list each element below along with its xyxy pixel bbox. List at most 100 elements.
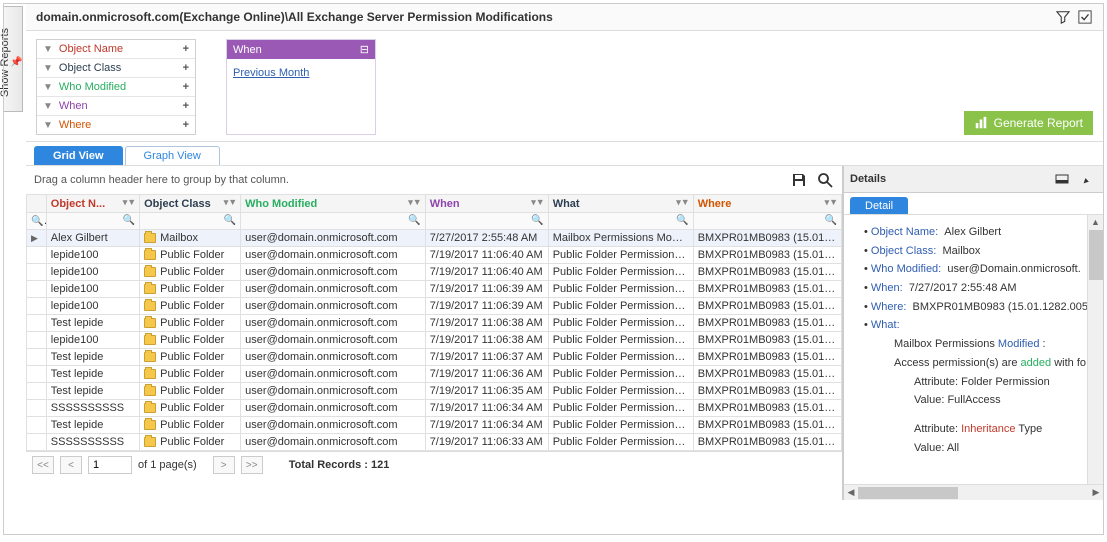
folder-icon: [144, 420, 156, 430]
details-title: Details: [850, 173, 886, 185]
filter-item[interactable]: ▼Who Modified+: [37, 78, 195, 97]
search-icon[interactable]: 🔍: [531, 215, 543, 226]
expand-icon[interactable]: +: [183, 81, 189, 93]
table-row[interactable]: Test lepidePublic Folderuser@domain.onmi…: [27, 349, 842, 366]
table-row[interactable]: Test lepidePublic Folderuser@domain.onmi…: [27, 383, 842, 400]
table-row[interactable]: Test lepidePublic Folderuser@domain.onmi…: [27, 366, 842, 383]
table-row[interactable]: Test lepidePublic Folderuser@domain.onmi…: [27, 315, 842, 332]
data-grid: Object N...▾▼Object Class▾▼Who Modified▾…: [26, 194, 842, 451]
folder-icon: [144, 318, 156, 328]
group-hint-text: Drag a column header here to group by th…: [34, 174, 289, 186]
minimize-icon[interactable]: [1053, 170, 1071, 188]
column-search[interactable]: 🔍: [425, 213, 548, 230]
folder-icon: [144, 386, 156, 396]
expand-icon[interactable]: +: [183, 62, 189, 74]
funnel-icon[interactable]: ▾▼: [224, 197, 237, 208]
page-header: domain.onmicrosoft.com(Exchange Online)\…: [26, 4, 1103, 31]
folder-icon: [144, 267, 156, 277]
tab-grid-view[interactable]: Grid View: [34, 146, 123, 165]
column-search[interactable]: 🔍: [548, 213, 693, 230]
generate-report-button[interactable]: Generate Report: [964, 111, 1093, 135]
row-selector-header: [27, 195, 47, 213]
funnel-icon[interactable]: ▾▼: [825, 197, 838, 208]
search-icon[interactable]: 🔍: [408, 215, 420, 226]
funnel-icon[interactable]: ▾▼: [408, 197, 421, 208]
funnel-icon: ▼: [43, 101, 53, 112]
expand-icon[interactable]: +: [183, 43, 189, 55]
search-icon[interactable]: 🔍: [224, 215, 236, 226]
horizontal-scrollbar[interactable]: ◀▶: [844, 484, 1103, 500]
funnel-icon[interactable]: ▾▼: [123, 197, 136, 208]
column-search[interactable]: 🔍: [241, 213, 426, 230]
tools-icon[interactable]: [1079, 170, 1097, 188]
table-row[interactable]: lepide100Public Folderuser@domain.onmicr…: [27, 281, 842, 298]
search-icon[interactable]: [816, 171, 834, 189]
page-input[interactable]: [88, 456, 132, 474]
folder-icon: [144, 437, 156, 447]
column-header[interactable]: Object Class▾▼: [140, 195, 241, 213]
expand-icon[interactable]: +: [183, 119, 189, 131]
collapse-icon[interactable]: ⊟: [360, 43, 369, 56]
expand-icon[interactable]: +: [183, 100, 189, 112]
table-row[interactable]: lepide100Public Folderuser@domain.onmicr…: [27, 247, 842, 264]
bar-chart-icon: [974, 116, 988, 130]
table-row[interactable]: Test lepidePublic Folderuser@domain.onmi…: [27, 417, 842, 434]
folder-icon: [144, 335, 156, 345]
table-row[interactable]: SSSSSSSSSSPublic Folderuser@domain.onmic…: [27, 434, 842, 451]
page-title: domain.onmicrosoft.com(Exchange Online)\…: [36, 10, 1049, 24]
table-row[interactable]: SSSSSSSSSSPublic Folderuser@domain.onmic…: [27, 400, 842, 417]
filter-item[interactable]: ▼Object Name+: [37, 40, 195, 59]
column-header[interactable]: When▾▼: [425, 195, 548, 213]
pager: << < of 1 page(s) > >> Total Records : 1…: [26, 451, 842, 478]
save-icon[interactable]: [790, 171, 808, 189]
filter-list: ▼Object Name+▼Object Class+▼Who Modified…: [36, 39, 196, 135]
column-header[interactable]: What▾▼: [548, 195, 693, 213]
next-page-button[interactable]: >: [213, 456, 235, 474]
previous-month-link[interactable]: Previous Month: [233, 67, 309, 79]
column-header[interactable]: Who Modified▾▼: [241, 195, 426, 213]
details-pane: Details Detail ▲ Object Name: Alex Gilbe…: [843, 166, 1103, 500]
first-page-button[interactable]: <<: [32, 456, 54, 474]
table-row[interactable]: ▶Alex GilbertMailboxuser@domain.onmicros…: [27, 230, 842, 247]
page-of-label: of 1 page(s): [138, 459, 197, 471]
search-icon[interactable]: 🔍: [31, 215, 46, 227]
column-header[interactable]: Object N...▾▼: [46, 195, 139, 213]
folder-icon: [144, 352, 156, 362]
filter-icon[interactable]: [1055, 9, 1071, 25]
column-search[interactable]: 🔍: [140, 213, 241, 230]
search-icon[interactable]: 🔍: [825, 215, 837, 226]
column-search[interactable]: 🔍: [693, 213, 841, 230]
search-icon[interactable]: 🔍: [123, 215, 135, 226]
folder-icon: [144, 250, 156, 260]
funnel-icon: ▼: [43, 44, 53, 55]
details-body: ▲ Object Name: Alex Gilbert Object Class…: [844, 215, 1103, 484]
folder-icon: [144, 301, 156, 311]
when-filter-header[interactable]: When ⊟: [227, 40, 375, 59]
column-header[interactable]: Where▾▼: [693, 195, 841, 213]
prev-page-button[interactable]: <: [60, 456, 82, 474]
search-icon[interactable]: 🔍: [676, 215, 688, 226]
filter-item[interactable]: ▼When+: [37, 97, 195, 116]
column-search[interactable]: 🔍: [46, 213, 139, 230]
when-filter-box: When ⊟ Previous Month: [226, 39, 376, 135]
last-page-button[interactable]: >>: [241, 456, 263, 474]
folder-icon: [144, 284, 156, 294]
folder-icon: [144, 233, 156, 243]
table-row[interactable]: lepide100Public Folderuser@domain.onmicr…: [27, 264, 842, 281]
tab-graph-view[interactable]: Graph View: [125, 146, 220, 165]
row-indicator-icon: ▶: [31, 233, 38, 243]
funnel-icon: ▼: [43, 120, 53, 131]
table-row[interactable]: lepide100Public Folderuser@domain.onmicr…: [27, 298, 842, 315]
folder-icon: [144, 369, 156, 379]
vertical-scrollbar[interactable]: ▲: [1087, 215, 1103, 484]
funnel-icon: ▼: [43, 82, 53, 93]
filter-item[interactable]: ▼Object Class+: [37, 59, 195, 78]
funnel-icon: ▼: [43, 63, 53, 74]
funnel-icon[interactable]: ▾▼: [676, 197, 689, 208]
funnel-icon[interactable]: ▾▼: [531, 197, 544, 208]
checkbox-icon[interactable]: [1077, 9, 1093, 25]
filter-item[interactable]: ▼Where+: [37, 116, 195, 134]
tab-detail[interactable]: Detail: [850, 197, 908, 214]
folder-icon: [144, 403, 156, 413]
table-row[interactable]: lepide100Public Folderuser@domain.onmicr…: [27, 332, 842, 349]
